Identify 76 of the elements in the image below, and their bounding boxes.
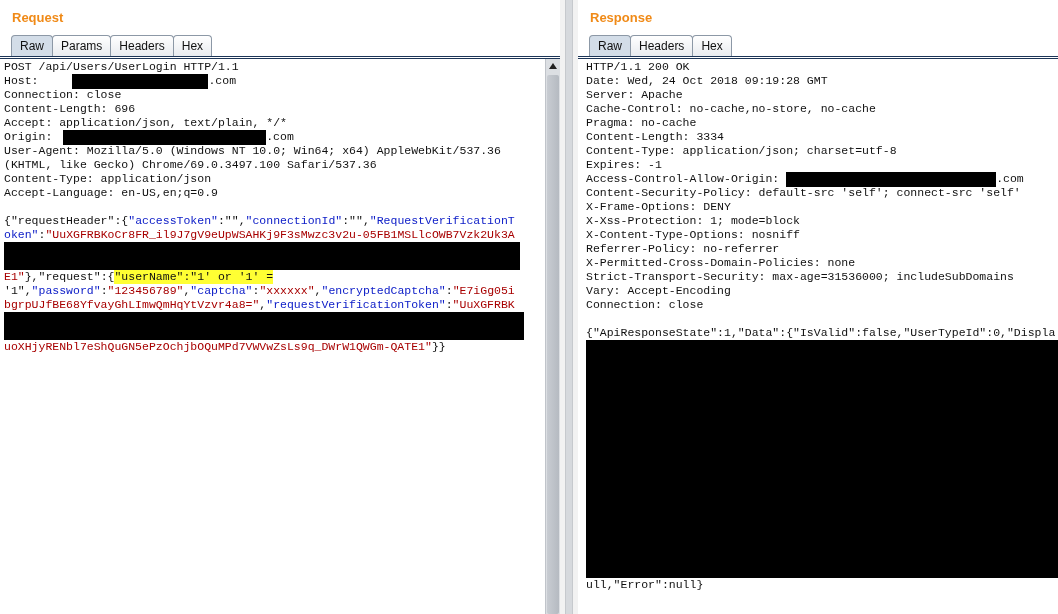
code-text: Content-Type: application/json; charset=utf-8 xyxy=(586,144,897,158)
code-text: .com xyxy=(266,130,294,144)
code-text: ull,"Error":null} xyxy=(586,578,704,592)
code-text: "accessToken" xyxy=(128,214,218,228)
code-text: bgrpUJfBE68YfvayGhLImwQmHqYtVzvr4a8=" xyxy=(4,298,260,312)
code-text: , xyxy=(314,284,322,298)
code-text: Server: Apache xyxy=(586,88,683,102)
highlighted-text: "userName":"1' or '1' = xyxy=(114,270,274,284)
code-text: :"", xyxy=(217,214,246,228)
tab[interactable]: Hex xyxy=(692,35,732,56)
code-text: "encryptedCaptcha" xyxy=(321,284,446,298)
scrollbar[interactable] xyxy=(545,59,560,614)
pane-title: Response xyxy=(589,9,654,26)
code-text: {"requestHeader":{ xyxy=(4,214,129,228)
code-text: User-Agent: Mozilla/5.0 (Windows NT 10.0; Win64; x64) AppleWebKit/537.36 xyxy=(4,144,501,158)
code-text: Access-Control-Allow-Origin: xyxy=(586,172,781,186)
code-text: , xyxy=(183,284,191,298)
code-text: }} xyxy=(431,340,446,354)
code-text: "UuXGFRBK xyxy=(452,298,515,312)
code-text: "captcha" xyxy=(190,284,253,298)
code-text: X-Xss-Protection: 1; mode=block xyxy=(586,214,800,228)
tab[interactable]: Raw xyxy=(11,35,53,56)
tab[interactable]: Headers xyxy=(630,35,694,56)
code-text: .com xyxy=(208,74,237,88)
code-text: },"request":{ xyxy=(24,270,115,284)
tab[interactable]: Raw xyxy=(589,35,631,56)
code-text: E1" xyxy=(4,270,25,284)
code-text: Content-Length: 696 xyxy=(4,102,136,116)
code-text: X-Frame-Options: DENY xyxy=(586,200,731,214)
code-text: : xyxy=(445,284,453,298)
tab[interactable]: Headers xyxy=(110,35,174,56)
code-text: "password" xyxy=(31,284,101,298)
code-text: Content-Security-Policy: default-src 'self'; connect-src 'self' xyxy=(586,186,1021,200)
code-text: Strict-Transport-Security: max-age=31536000; includeSubDomains xyxy=(586,270,1014,284)
code-text: :"", xyxy=(342,214,370,228)
up-arrow-icon[interactable] xyxy=(549,63,557,69)
code-text: uoXHjyRENbl7eShQuGN5ePzOchjbOQuMPd7VWVwZsLs9q_DWrW1QWGm-QATE1" xyxy=(4,340,432,354)
code-text: Date: Wed, 24 Oct 2018 09:19:28 GMT xyxy=(586,74,828,88)
code-text: Connection: close xyxy=(4,88,122,102)
code-text: "123456789" xyxy=(107,284,184,298)
code-text: Host: xyxy=(4,74,40,88)
code-text: POST /api/Users/UserLogin HTTP/1.1 xyxy=(4,60,239,74)
code-text: : xyxy=(38,228,46,242)
code-text: X-Permitted-Cross-Domain-Policies: none xyxy=(586,256,856,270)
code-text: "xxxxxx" xyxy=(259,284,315,298)
code-text: oken" xyxy=(4,228,39,242)
code-text: "UuXGFRBKoCr8FR_il9J7gV9eUpWSAHKj9F3sMwzc3v2u-05FB1MSLlcOWB7Vzk2Uk3A xyxy=(45,228,515,242)
code-text: "RequestVerificationT xyxy=(369,214,515,228)
code-text: Accept: application/json, text/plain, */* xyxy=(4,116,287,130)
code-text: Connection: close xyxy=(586,298,704,312)
code-text: HTTP/1.1 200 OK xyxy=(586,60,690,74)
pane-title: Request xyxy=(11,9,65,26)
code-text: Accept-Language: en-US,en;q=0.9 xyxy=(4,186,218,200)
code-text: {"ApiResponseState":1,"Data":{"IsValid":false,"UserTypeId":0,"Displa xyxy=(586,326,1056,340)
code-text: '1", xyxy=(4,284,32,298)
code-text: : xyxy=(252,284,260,298)
code-text: X-Content-Type-Options: nosniff xyxy=(586,228,800,242)
tab[interactable]: Params xyxy=(52,35,112,56)
code-text: "requestVerificationToken" xyxy=(266,298,446,312)
code-text: : xyxy=(445,298,453,312)
code-text: Content-Length: 3334 xyxy=(586,130,725,144)
code-text: Referrer-Policy: no-referrer xyxy=(586,242,780,256)
code-text: Cache-Control: no-cache,no-store, no-cache xyxy=(586,102,876,116)
code-text: , xyxy=(259,298,267,312)
code-text: Content-Type: application/json xyxy=(4,172,212,186)
code-text: .com xyxy=(996,172,1024,186)
code-text: "E7iGg05i xyxy=(452,284,515,298)
splitter-handle[interactable] xyxy=(565,0,573,614)
code-text: Expires: -1 xyxy=(586,158,662,172)
code-text: Origin: xyxy=(4,130,54,144)
code-text: Pragma: no-cache xyxy=(586,116,697,130)
code-text: Vary: Accept-Encoding xyxy=(586,284,731,298)
code-text: : xyxy=(100,284,108,298)
code-text: "connectionId" xyxy=(245,214,343,228)
code-text: (KHTML, like Gecko) Chrome/69.0.3497.100 Safari/537.36 xyxy=(4,158,377,172)
tab[interactable]: Hex xyxy=(172,35,213,56)
